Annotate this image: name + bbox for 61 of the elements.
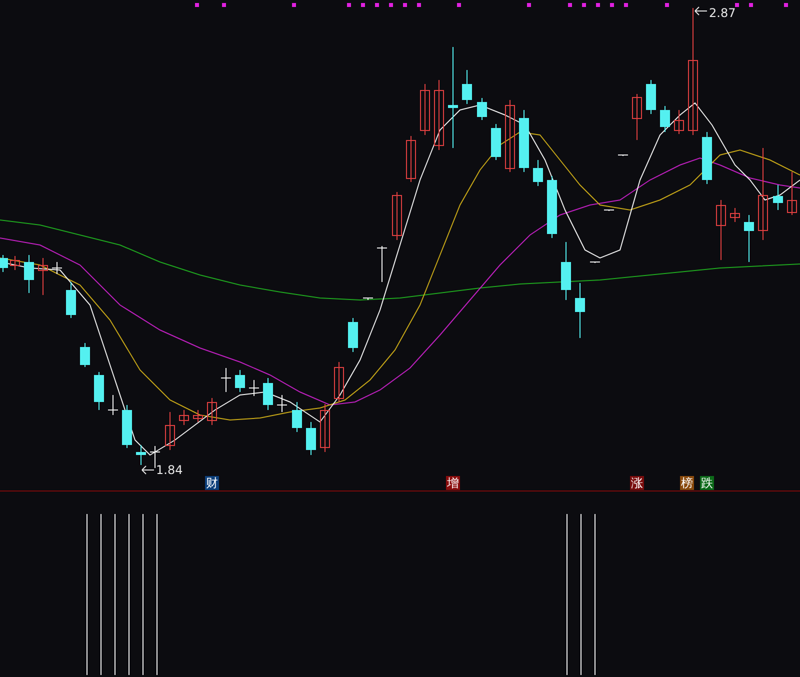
candlestick	[52, 262, 62, 274]
arrow-icon	[141, 465, 155, 475]
candlestick	[632, 94, 642, 140]
candlestick	[561, 242, 571, 300]
price-high-label: 2.87	[709, 6, 736, 20]
candlestick	[674, 110, 684, 134]
candlestick	[10, 256, 20, 270]
candlestick	[179, 410, 189, 426]
candlestick	[477, 98, 487, 120]
candlestick	[348, 318, 358, 352]
candlestick	[108, 394, 118, 416]
candlestick	[263, 378, 273, 410]
candlestick	[575, 282, 585, 338]
candlestick	[547, 176, 557, 238]
candlestick	[276, 394, 288, 412]
candlestick	[165, 412, 175, 450]
event-marker: 财	[205, 476, 219, 490]
candlestick	[660, 106, 670, 132]
candlestick	[604, 210, 614, 212]
candlestick	[66, 282, 76, 318]
event-marker: 跌	[700, 476, 714, 490]
event-marker: 榜	[680, 476, 694, 490]
candlestick	[392, 192, 402, 240]
candlestick	[94, 372, 104, 410]
candlestick	[618, 154, 628, 156]
candlestick	[122, 404, 132, 448]
candlestick	[716, 200, 726, 260]
candlestick	[193, 410, 203, 422]
candlestick	[491, 124, 501, 160]
candlestick	[702, 132, 712, 184]
candlestick	[773, 184, 783, 210]
event-marker: 涨	[630, 476, 644, 490]
candlestick	[320, 404, 330, 452]
candlestick	[80, 342, 90, 368]
candlestick	[376, 246, 388, 282]
candlestick	[235, 370, 245, 392]
candlestick	[744, 214, 754, 262]
candlestick	[248, 380, 260, 396]
candlestick	[730, 208, 740, 222]
candlestick	[462, 70, 472, 104]
candlestick	[38, 258, 48, 296]
candlestick	[434, 80, 444, 150]
candlestick	[306, 422, 316, 456]
candlestick	[292, 402, 302, 432]
candlestick	[406, 136, 416, 182]
candlestick	[533, 160, 543, 186]
candlestick	[646, 80, 656, 114]
candlestick	[334, 362, 344, 402]
event-marker: 增	[446, 476, 460, 490]
candlestick	[519, 110, 529, 172]
candlestick	[207, 398, 217, 426]
candlestick	[787, 172, 797, 216]
candlestick	[420, 84, 430, 136]
candlestick	[0, 254, 8, 272]
candlestick	[24, 254, 34, 294]
candlestick	[220, 368, 232, 392]
candlestick	[590, 262, 600, 264]
candlestick	[362, 298, 374, 300]
candlestick	[136, 444, 146, 466]
price-low-label: 1.84	[156, 463, 183, 477]
arrow-icon	[694, 6, 708, 16]
